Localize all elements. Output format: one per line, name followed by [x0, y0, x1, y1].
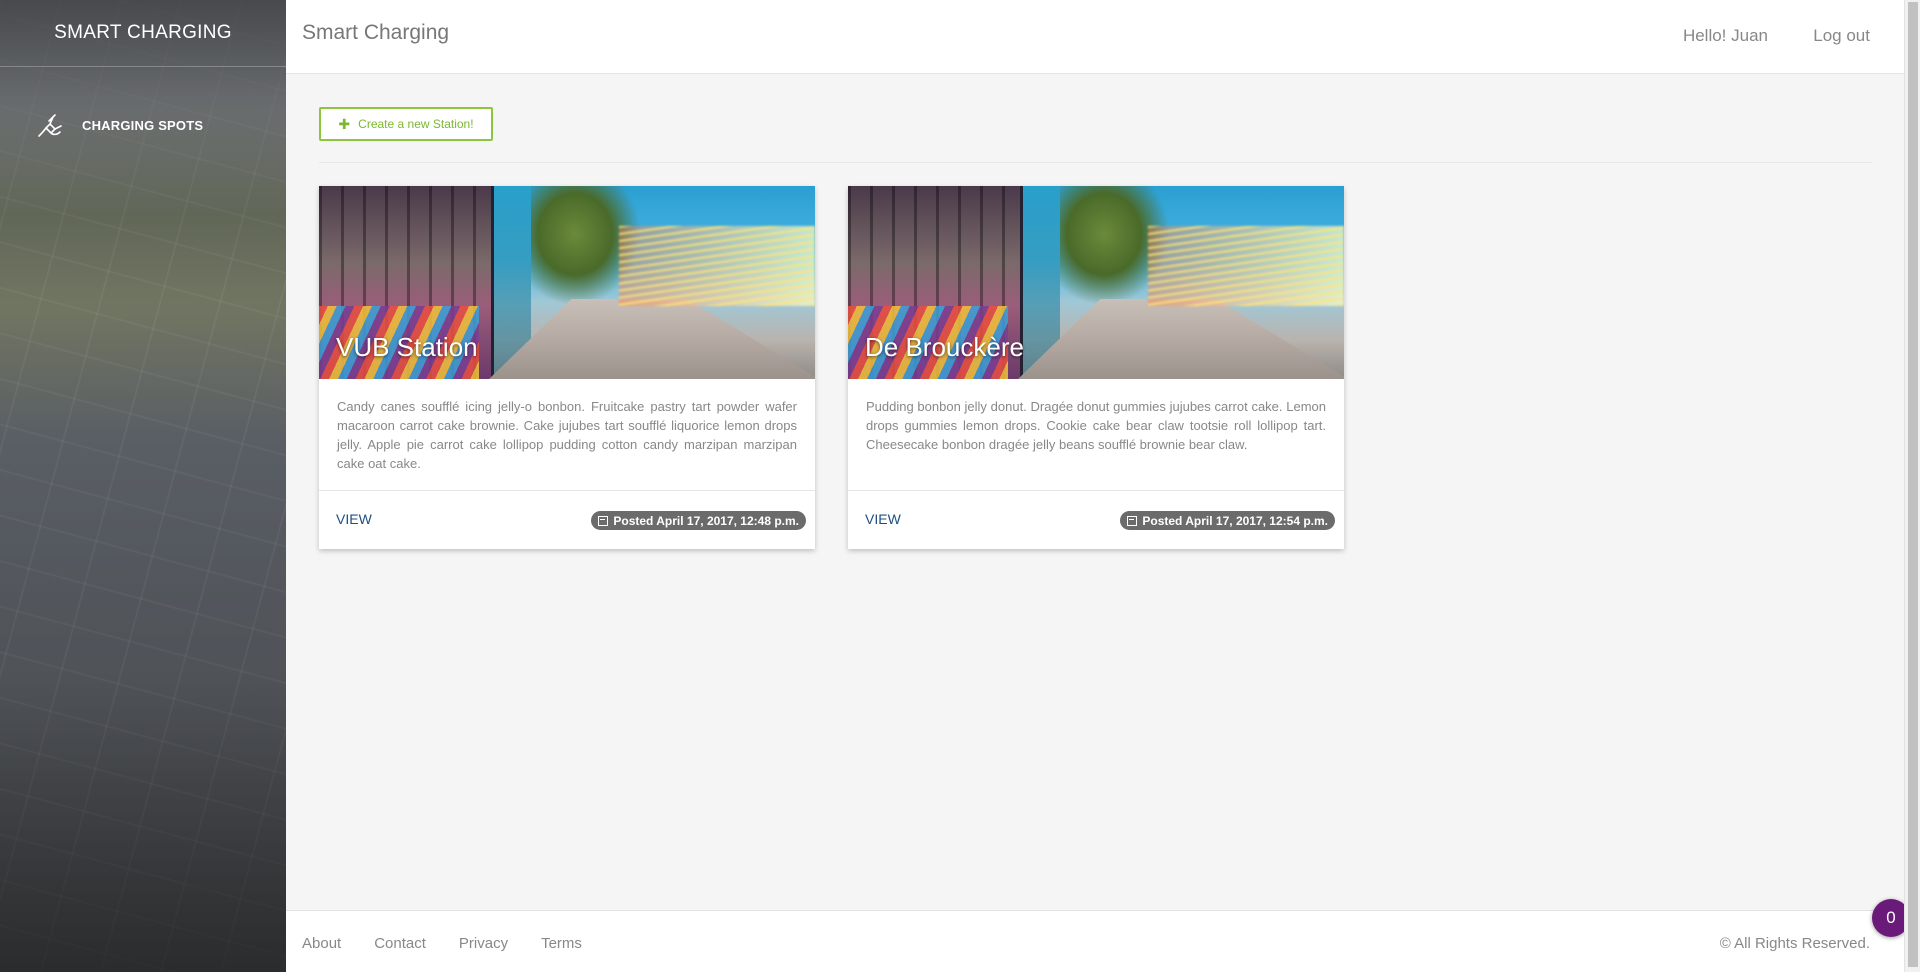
- view-station-link[interactable]: VIEW: [336, 511, 372, 527]
- divider: [319, 162, 1872, 163]
- station-card: De Brouckère Pudding bonbon jelly donut.…: [848, 186, 1344, 549]
- sidebar-brand[interactable]: SMART CHARGING: [0, 0, 286, 67]
- copyright-text: © All Rights Reserved.: [1719, 935, 1870, 952]
- footer-link-terms[interactable]: Terms: [541, 935, 582, 952]
- calendar-icon: [1127, 515, 1138, 526]
- station-image: VUB Station: [319, 186, 815, 379]
- page-footer: About Contact Privacy Terms © All Rights…: [286, 910, 1904, 972]
- posted-date-badge: Posted April 17, 2017, 12:48 p.m.: [591, 511, 806, 530]
- calendar-icon: [598, 515, 609, 526]
- scrollbar[interactable]: [1904, 0, 1920, 972]
- page-title: Smart Charging: [302, 21, 450, 44]
- station-card: VUB Station Candy canes soufflé icing je…: [319, 186, 815, 549]
- logout-link[interactable]: Log out: [1813, 26, 1870, 46]
- station-image: De Brouckère: [848, 186, 1344, 379]
- main-content: ✚ Create a new Station! VUB Station Cand…: [286, 74, 1904, 910]
- posted-date-text: Posted April 17, 2017, 12:48 p.m.: [613, 513, 799, 528]
- posted-date-text: Posted April 17, 2017, 12:54 p.m.: [1142, 513, 1328, 528]
- sidebar-item-charging-spots[interactable]: CHARGING SPOTS: [0, 105, 286, 145]
- sidebar: SMART CHARGING CHARGING SPOTS: [0, 0, 286, 972]
- footer-links: About Contact Privacy Terms: [302, 935, 582, 952]
- station-description: Pudding bonbon jelly donut. Dragée donut…: [848, 379, 1344, 491]
- card-footer: VIEW Posted April 17, 2017, 12:54 p.m.: [848, 491, 1344, 549]
- footer-link-contact[interactable]: Contact: [374, 935, 426, 952]
- posted-date-badge: Posted April 17, 2017, 12:54 p.m.: [1120, 511, 1335, 530]
- station-description: Candy canes soufflé icing jelly-o bonbon…: [319, 379, 815, 491]
- user-greeting[interactable]: Hello! Juan: [1683, 26, 1768, 46]
- station-name: De Brouckère: [865, 332, 1024, 362]
- card-footer: VIEW Posted April 17, 2017, 12:48 p.m.: [319, 491, 815, 549]
- top-navbar: Smart Charging Hello! Juan Log out: [286, 0, 1904, 74]
- plus-icon: ✚: [338, 115, 351, 132]
- footer-link-privacy[interactable]: Privacy: [459, 935, 508, 952]
- station-name: VUB Station: [336, 332, 478, 362]
- sidebar-nav: CHARGING SPOTS: [0, 105, 286, 145]
- sidebar-item-label: CHARGING SPOTS: [82, 117, 204, 133]
- footer-link-about[interactable]: About: [302, 935, 341, 952]
- view-station-link[interactable]: VIEW: [865, 511, 901, 527]
- create-station-button[interactable]: ✚ Create a new Station!: [319, 107, 493, 141]
- create-station-label: Create a new Station!: [358, 117, 474, 131]
- ev-plug-icon: [36, 111, 64, 139]
- scrollbar-thumb[interactable]: [1908, 2, 1918, 967]
